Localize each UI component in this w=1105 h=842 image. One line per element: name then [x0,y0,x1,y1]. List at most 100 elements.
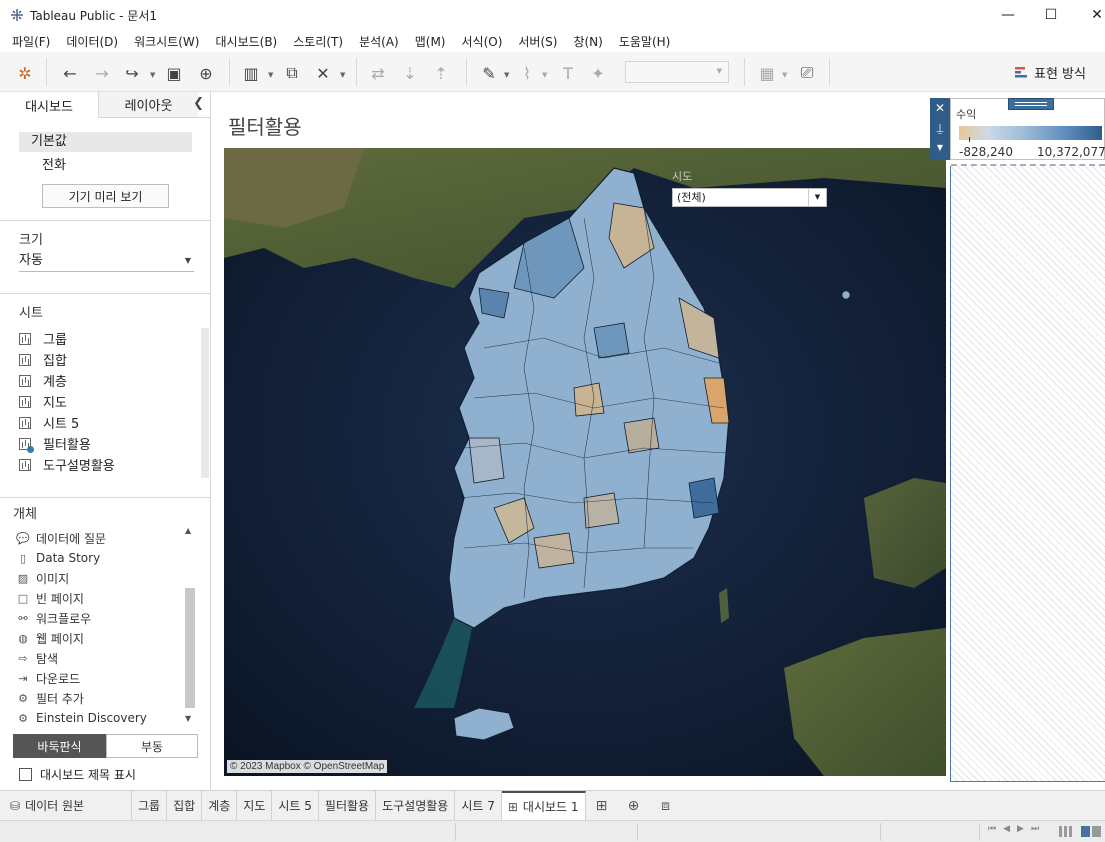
sort-descending-icon[interactable]: ⇡ [430,62,452,84]
tab-datasource[interactable]: ⛁ 데이터 원본 [0,791,132,820]
tab-dashboard[interactable]: 대시보드 [0,92,99,118]
menu-dashboard[interactable]: 대시보드(B) [207,33,285,50]
collapse-pane-icon[interactable]: ❮ [193,96,204,111]
menu-file[interactable]: 파일(F) [4,33,58,50]
map-attribution[interactable]: © 2023 Mapbox © OpenStreetMap [227,760,388,773]
menu-analysis[interactable]: 분석(A) [351,33,407,50]
sheet-item-tooltip[interactable]: 도구설명활용 [19,454,115,475]
save-icon[interactable]: ▣ [163,62,185,84]
object-navigation[interactable]: ⇨ 탐색 [16,648,147,668]
sheet-item-filter[interactable]: 필터활용 [19,433,115,454]
pin-icon[interactable]: ✦ [587,62,609,84]
object-einstein-discovery[interactable]: ⚙ Einstein Discovery [16,708,147,728]
chevron-down-icon[interactable]: ▼ [340,71,345,79]
object-download[interactable]: ⇥ 다운로드 [16,668,147,688]
pin-icon[interactable]: ⍊ [930,118,950,138]
menu-format[interactable]: 서식(O) [454,33,511,50]
replay-icon[interactable]: ↪ [121,62,143,84]
move-handle-icon[interactable] [1008,98,1054,110]
object-blank[interactable]: □ 빈 페이지 [16,588,147,608]
group-icon[interactable]: ⌇ [516,62,538,84]
menu-story[interactable]: 스토리(T) [285,33,351,50]
legend-min: -828,240 [959,145,1013,159]
sheet-sorter-icon[interactable] [1059,826,1072,837]
show-title-checkbox[interactable]: 대시보드 제목 표시 [19,766,136,783]
maximize-button[interactable]: ☐ [1028,0,1074,30]
sheet-item-sheet5[interactable]: 시트 5 [19,412,115,433]
chevron-down-icon[interactable]: ▼ [504,71,509,79]
duplicate-sheet-icon[interactable]: ⧉ [281,62,303,84]
new-datasource-icon[interactable]: ⊕ [195,62,217,84]
sheet-item-group[interactable]: 그룹 [19,328,115,349]
empty-layout-container[interactable] [950,166,1105,782]
chevron-down-icon[interactable]: ▼ [150,71,155,79]
device-phone[interactable]: 전화 [42,154,66,173]
object-ask-data[interactable]: 💬 데이터에 질문 [16,528,147,548]
show-me-button[interactable]: 표현 방식 [1014,63,1086,82]
dashboard-pane: 대시보드 레이아웃 ❮ 기본값 전화 기기 미리 보기 크기 자동 ▼ 시트 그… [0,92,211,790]
sort-ascending-icon[interactable]: ⇣ [399,62,421,84]
chevron-down-icon[interactable]: ▼ [542,71,547,79]
checkbox[interactable] [19,768,32,781]
sheet-item-map[interactable]: 지도 [19,391,115,412]
new-story-icon[interactable]: ⧈ [650,791,682,820]
tab-sheet-map[interactable]: 지도 [237,791,273,820]
legend-color-ramp [959,126,1102,142]
redo-icon[interactable]: → [91,62,113,84]
object-image[interactable]: ▨ 이미지 [16,568,147,588]
scroll-up-icon[interactable]: ▲ [185,526,191,535]
tableau-home-icon[interactable]: ✲ [14,62,36,84]
scrollbar-thumb[interactable] [185,588,195,708]
sido-filter-dropdown[interactable]: (전체) ▼ [672,188,827,207]
object-web-page[interactable]: ◍ 웹 페이지 [16,628,147,648]
undo-icon[interactable]: ← [59,62,81,84]
close-button[interactable]: ✕ [1074,0,1105,30]
tab-sheet-set[interactable]: 집합 [167,791,203,820]
device-preview-button[interactable]: 기기 미리 보기 [42,184,169,208]
new-dashboard-icon[interactable]: ⊕ [618,791,650,820]
tiled-toggle[interactable]: 바둑판식 [13,734,106,758]
tab-sheet-5[interactable]: 시트 5 [272,791,319,820]
show-labels-icon[interactable]: T [557,62,579,84]
new-worksheet-icon[interactable]: ▥ [240,62,262,84]
tab-sheet-7[interactable]: 시트 7 [455,791,502,820]
chevron-down-icon[interactable]: ▼ [782,71,787,79]
new-worksheet-icon[interactable]: ⊞ [586,791,618,820]
chevron-down-icon[interactable]: ▼ [268,71,273,79]
device-default[interactable]: 기본값 [19,132,192,152]
fit-icon[interactable]: ▦ [756,62,778,84]
menu-worksheet[interactable]: 워크시트(W) [126,33,207,50]
menu-map[interactable]: 맵(M) [407,33,454,50]
highlight-icon[interactable]: ✎ [478,62,500,84]
swap-icon[interactable]: ⇄ [367,62,389,84]
floating-toggle[interactable]: 부동 [106,734,198,758]
scroll-down-icon[interactable]: ▼ [185,714,191,723]
sheet-navigation-icon[interactable]: ⏮◀▶⏭ [988,824,1046,834]
menu-window[interactable]: 창(N) [565,33,610,50]
presentation-mode-icon[interactable]: ⎚ [796,62,818,84]
object-add-filter[interactable]: ⚙ 필터 추가 [16,688,147,708]
map-view[interactable] [224,148,946,776]
clear-sheet-icon[interactable]: ✕ [312,62,334,84]
tab-dashboard-1[interactable]: ⊞ 대시보드 1 [501,791,586,820]
menu-data[interactable]: 데이터(D) [58,33,126,50]
sheet-item-hierarchy[interactable]: 계층 [19,370,115,391]
tab-sheet-tooltip[interactable]: 도구설명활용 [376,791,456,820]
minimize-button[interactable]: — [985,0,1031,30]
object-list-scrollbar[interactable]: ▲ ▼ [183,526,196,728]
remove-icon[interactable]: ✕ [930,98,950,118]
size-select[interactable]: 자동 ▼ [19,250,194,272]
sheet-list-scrollbar[interactable] [201,328,209,478]
fit-combo[interactable]: ▼ [625,61,729,83]
tab-sheet-hierarchy[interactable]: 계층 [202,791,238,820]
menu-server[interactable]: 서버(S) [510,33,565,50]
tab-layout[interactable]: 레이아웃 [99,92,198,118]
object-data-story[interactable]: ▯ Data Story [16,548,147,568]
tab-sheet-group[interactable]: 그룹 [132,791,168,820]
filmstrip-icon[interactable] [1081,826,1101,837]
object-workflow[interactable]: ⚯ 워크플로우 [16,608,147,628]
sheet-item-set[interactable]: 집합 [19,349,115,370]
tab-sheet-filter[interactable]: 필터활용 [319,791,377,820]
more-options-icon[interactable]: ▼ [930,138,950,158]
menu-help[interactable]: 도움말(H) [611,33,679,50]
